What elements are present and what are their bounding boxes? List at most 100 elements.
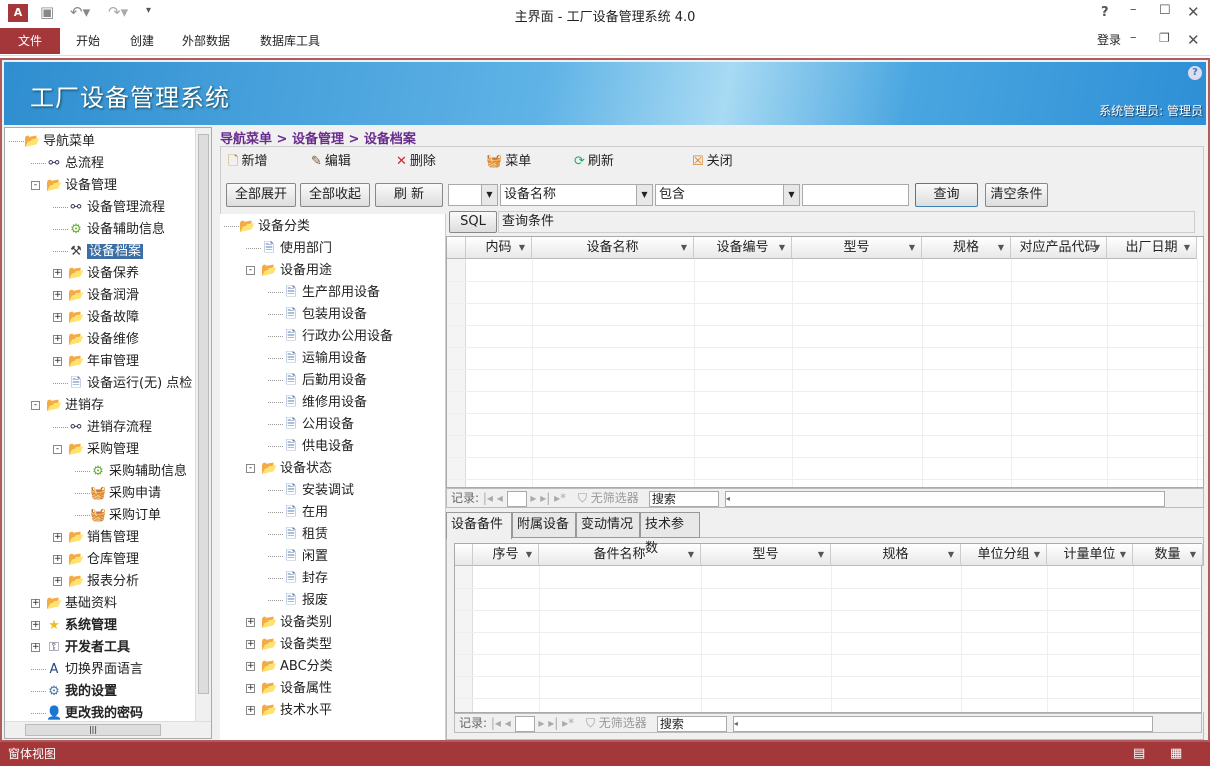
- sort-dropdown-icon[interactable]: ▼: [909, 237, 915, 259]
- column-header[interactable]: 型号▼: [792, 237, 922, 259]
- category-item[interactable]: +📂ABC分类: [246, 656, 333, 678]
- help-icon[interactable]: ?: [1188, 66, 1202, 80]
- nav-item[interactable]: -📂进销存: [31, 395, 104, 417]
- category-item[interactable]: 🗎租赁: [268, 524, 328, 546]
- category-item[interactable]: -📂设备用途: [246, 260, 332, 282]
- grid-horizontal-scrollbar[interactable]: ◂: [725, 491, 1165, 507]
- category-item[interactable]: 🗎使用部门: [246, 238, 332, 260]
- sort-dropdown-icon[interactable]: ▼: [779, 237, 785, 259]
- login-link[interactable]: 登录: [1097, 31, 1121, 48]
- category-item[interactable]: 📂设备分类: [224, 216, 310, 238]
- detail-tab[interactable]: 变动情况: [576, 512, 640, 538]
- category-item[interactable]: 🗎安装调试: [268, 480, 354, 502]
- expand-icon[interactable]: +: [246, 684, 255, 693]
- toolbar-close-button[interactable]: ☒关闭: [692, 152, 733, 172]
- expand-icon[interactable]: +: [31, 599, 40, 608]
- nav-vertical-scrollbar[interactable]: [195, 128, 211, 722]
- nav-item[interactable]: +📂设备润滑: [53, 285, 139, 307]
- nav-item[interactable]: +📂销售管理: [53, 527, 139, 549]
- category-item[interactable]: 🗎生产部用设备: [268, 282, 380, 304]
- tab-create[interactable]: 创建: [116, 28, 168, 54]
- toolbar-edit-button[interactable]: ✎编辑: [311, 152, 351, 172]
- column-header[interactable]: 出厂日期▼: [1107, 237, 1197, 259]
- nav-item[interactable]: -📂采购管理: [53, 439, 139, 461]
- detail-tab[interactable]: 技术参数: [640, 512, 700, 538]
- grid-horizontal-scrollbar[interactable]: ◂: [733, 716, 1153, 732]
- grid-search-input[interactable]: 搜索: [657, 716, 727, 732]
- nav-item[interactable]: +📂报表分析: [53, 571, 139, 593]
- sort-dropdown-icon[interactable]: ▼: [1120, 544, 1126, 566]
- nav-item[interactable]: ⚙采购辅助信息: [75, 461, 187, 483]
- nav-item[interactable]: ⚯设备管理流程: [53, 197, 165, 219]
- detail-tab[interactable]: 设备备件: [446, 512, 512, 539]
- nav-item[interactable]: +📂仓库管理: [53, 549, 139, 571]
- no-filter-button[interactable]: ⛉ 无筛选器: [586, 716, 647, 730]
- nav-item[interactable]: +📂设备故障: [53, 307, 139, 329]
- maximize-button[interactable]: ☐: [1159, 3, 1171, 18]
- category-item[interactable]: 🗎在用: [268, 502, 328, 524]
- category-item[interactable]: +📂设备属性: [246, 678, 332, 700]
- expand-icon[interactable]: +: [53, 313, 62, 322]
- category-item[interactable]: 🗎包装用设备: [268, 304, 367, 326]
- nav-item[interactable]: ⚙我的设置: [31, 681, 117, 703]
- category-item[interactable]: 🗎闲置: [268, 546, 328, 568]
- collapse-icon[interactable]: -: [31, 181, 40, 190]
- column-header[interactable]: 对应产品代码▼: [1011, 237, 1107, 259]
- sort-dropdown-icon[interactable]: ▼: [948, 544, 954, 566]
- sort-dropdown-icon[interactable]: ▼: [681, 237, 687, 259]
- expand-icon[interactable]: +: [53, 577, 62, 586]
- nav-item[interactable]: +★系统管理: [31, 615, 117, 637]
- record-nav-buttons[interactable]: |◂ ◂: [479, 491, 507, 505]
- help-button[interactable]: ?: [1101, 5, 1109, 20]
- tab-external-data[interactable]: 外部数据: [168, 28, 244, 54]
- category-item[interactable]: 🗎供电设备: [268, 436, 354, 458]
- column-header[interactable]: 内码▼: [466, 237, 532, 259]
- toolbar-delete-button[interactable]: ✕删除: [396, 152, 436, 172]
- column-header[interactable]: 备件名称▼: [539, 544, 701, 566]
- record-nav-buttons[interactable]: ▸ ▸| ▸*: [527, 491, 570, 505]
- category-item[interactable]: 🗎运输用设备: [268, 348, 367, 370]
- collapse-icon[interactable]: -: [246, 464, 255, 473]
- expand-icon[interactable]: +: [246, 706, 255, 715]
- collapse-icon[interactable]: -: [246, 266, 255, 275]
- tab-file[interactable]: 文件: [0, 28, 60, 54]
- record-nav-buttons[interactable]: |◂ ◂: [487, 716, 515, 730]
- query-condition-field[interactable]: 查询条件: [498, 211, 1195, 233]
- nav-item[interactable]: +📂设备保养: [53, 263, 139, 285]
- record-number-input[interactable]: [507, 491, 527, 507]
- nav-item[interactable]: +⚿开发者工具: [31, 637, 130, 659]
- sort-dropdown-icon[interactable]: ▼: [688, 544, 694, 566]
- nav-item[interactable]: +📂基础资料: [31, 593, 117, 615]
- sort-dropdown-icon[interactable]: ▼: [1184, 237, 1190, 259]
- column-header[interactable]: 型号▼: [701, 544, 831, 566]
- expand-icon[interactable]: +: [31, 621, 40, 630]
- doc-minimize-button[interactable]: –: [1130, 30, 1137, 45]
- category-item[interactable]: 🗎后勤用设备: [268, 370, 367, 392]
- expand-icon[interactable]: +: [53, 291, 62, 300]
- sort-dropdown-icon[interactable]: ▼: [818, 544, 824, 566]
- nav-item[interactable]: ⚙设备辅助信息: [53, 219, 165, 241]
- nav-item[interactable]: A切换界面语言: [31, 659, 143, 681]
- query-button[interactable]: 查询: [915, 183, 978, 207]
- toolbar-new-button[interactable]: 🗋新增: [228, 152, 267, 172]
- column-header[interactable]: 规格▼: [831, 544, 961, 566]
- sort-dropdown-icon[interactable]: ▼: [1190, 544, 1196, 566]
- refresh-tree-button[interactable]: 刷 新: [375, 183, 443, 207]
- column-header[interactable]: 规格▼: [922, 237, 1011, 259]
- nav-item[interactable]: 🗎设备运行(无) 点检（无: [53, 373, 212, 395]
- select-all-cell[interactable]: [455, 544, 473, 566]
- record-number-input[interactable]: [515, 716, 535, 732]
- column-header[interactable]: 计量单位▼: [1047, 544, 1133, 566]
- operator-select[interactable]: 包含▼: [655, 184, 800, 206]
- record-nav-buttons[interactable]: ▸ ▸| ▸*: [535, 716, 578, 730]
- collapse-icon[interactable]: -: [31, 401, 40, 410]
- nav-item[interactable]: ⚯总流程: [31, 153, 104, 175]
- sort-dropdown-icon[interactable]: ▼: [998, 237, 1004, 259]
- sql-button[interactable]: SQL: [449, 211, 497, 233]
- nav-item[interactable]: 📂导航菜单: [9, 131, 95, 153]
- expand-icon[interactable]: +: [53, 335, 62, 344]
- expand-icon[interactable]: +: [246, 618, 255, 627]
- expand-icon[interactable]: +: [53, 269, 62, 278]
- field-select[interactable]: 设备名称▼: [500, 184, 653, 206]
- nav-item[interactable]: -📂设备管理: [31, 175, 117, 197]
